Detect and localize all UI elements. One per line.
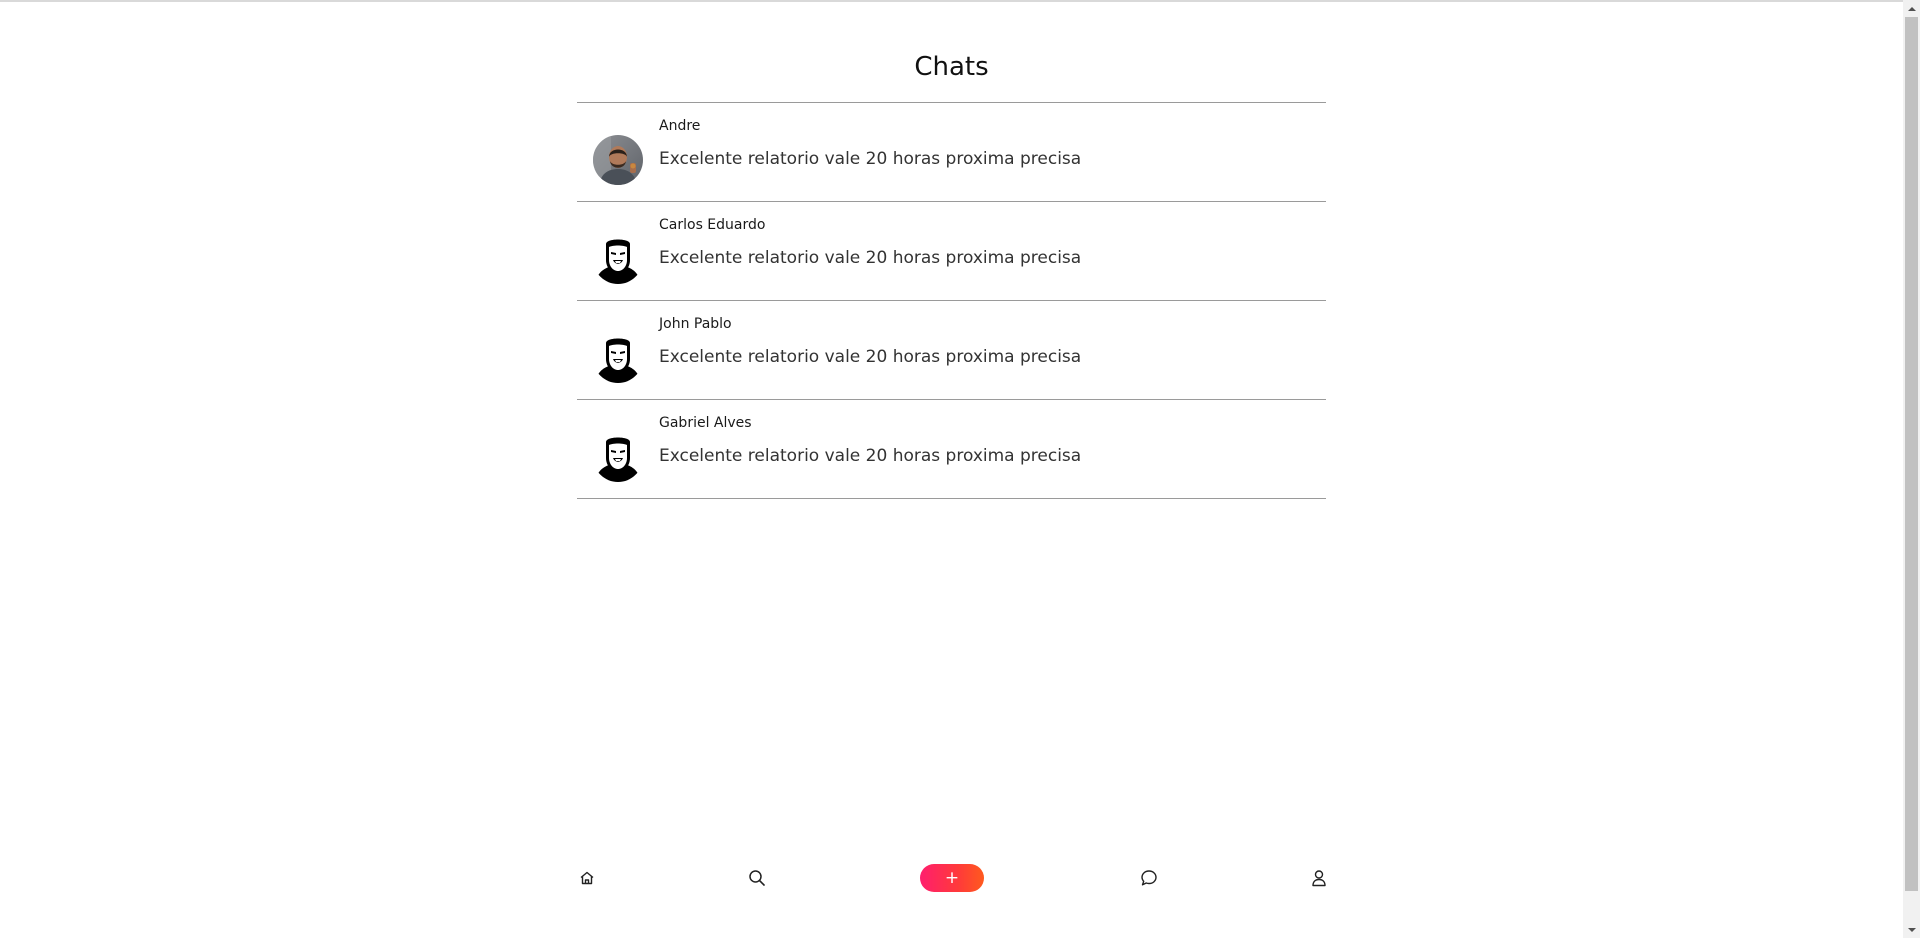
bottom-nav: + bbox=[577, 862, 1326, 894]
chat-item-andre[interactable]: Andre Excelente relatorio vale 20 horas … bbox=[577, 103, 1326, 202]
avatar bbox=[593, 333, 643, 383]
chat-name: John Pablo bbox=[659, 316, 732, 332]
search-icon[interactable] bbox=[747, 862, 767, 894]
chat-preview: Excelente relatorio vale 20 horas proxim… bbox=[659, 347, 1082, 367]
avatar bbox=[593, 432, 643, 482]
add-button[interactable]: + bbox=[920, 864, 984, 892]
page-title: Chats bbox=[914, 52, 989, 82]
chat-item-carlos-eduardo[interactable]: Carlos Eduardo Excelente relatorio vale … bbox=[577, 202, 1326, 301]
user-icon[interactable] bbox=[1309, 862, 1329, 894]
scroll-up-arrow-icon[interactable] bbox=[1903, 0, 1920, 17]
default-avatar-icon bbox=[596, 239, 640, 284]
chat-preview: Excelente relatorio vale 20 horas proxim… bbox=[659, 248, 1082, 268]
chats-panel: Chats Andre Excelente relatorio vale 20 … bbox=[577, 0, 1326, 499]
chat-preview: Excelente relatorio vale 20 horas proxim… bbox=[659, 446, 1082, 466]
chat-list: Andre Excelente relatorio vale 20 horas … bbox=[577, 102, 1326, 499]
avatar bbox=[593, 234, 643, 284]
scrollbar-thumb[interactable] bbox=[1905, 17, 1918, 891]
scroll-down-arrow-icon[interactable] bbox=[1903, 921, 1920, 938]
default-avatar-icon bbox=[596, 437, 640, 482]
chat-name: Andre bbox=[659, 118, 701, 134]
chat-preview: Excelente relatorio vale 20 horas proxim… bbox=[659, 149, 1082, 169]
avatar bbox=[593, 135, 643, 185]
chat-name: Gabriel Alves bbox=[659, 415, 752, 431]
user-photo bbox=[593, 135, 643, 185]
chat-bubble-icon[interactable] bbox=[1139, 862, 1159, 894]
vertical-scrollbar[interactable] bbox=[1903, 0, 1920, 938]
home-icon[interactable] bbox=[577, 862, 597, 894]
chat-item-john-pablo[interactable]: John Pablo Excelente relatorio vale 20 h… bbox=[577, 301, 1326, 400]
chat-item-gabriel-alves[interactable]: Gabriel Alves Excelente relatorio vale 2… bbox=[577, 400, 1326, 499]
page: Chats Andre Excelente relatorio vale 20 … bbox=[0, 0, 1920, 938]
default-avatar-icon bbox=[596, 338, 640, 383]
chat-name: Carlos Eduardo bbox=[659, 217, 766, 233]
